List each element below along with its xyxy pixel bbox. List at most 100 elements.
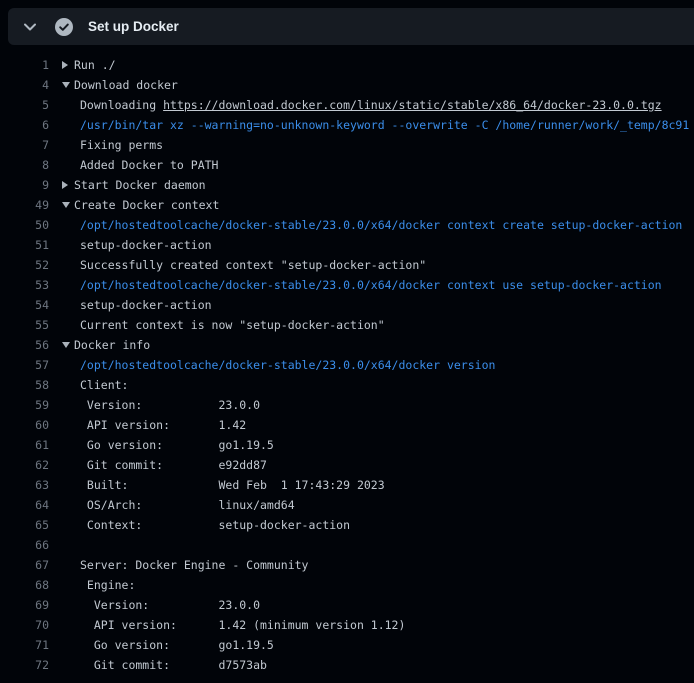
log-line[interactable]: 57/opt/hostedtoolcache/docker-stable/23.… [0,355,694,375]
log-text: Version: 23.0.0 [62,395,260,415]
group-collapse-icon[interactable] [62,82,74,88]
line-content: Start Docker daemon [49,175,694,195]
log-link[interactable]: https://download.docker.com/linux/static… [163,95,662,115]
log-text: OS/Arch: linux/amd64 [62,495,295,515]
log-text: Go version: go1.19.5 [62,635,274,655]
step-title: Set up Docker [88,19,179,34]
log-text: Successfully created context "setup-dock… [62,255,426,275]
log-line[interactable]: 51 setup-docker-action [0,235,694,255]
log-group-header[interactable]: 4Download docker [0,75,694,95]
line-number[interactable]: 61 [0,435,49,455]
log-line[interactable]: 72 Git commit: d7573ab [0,655,694,675]
line-content: Client: [49,375,694,395]
log-line[interactable]: 50/opt/hostedtoolcache/docker-stable/23.… [0,215,694,235]
log-line[interactable]: 54 setup-docker-action [0,295,694,315]
log-line[interactable]: 7Fixing perms [0,135,694,155]
log-text: Downloading [62,95,163,115]
log-line[interactable]: 5 Downloading https://download.docker.com… [0,95,694,115]
group-expand-icon[interactable] [62,61,74,69]
line-number[interactable]: 69 [0,595,49,615]
log-line[interactable]: 69 Version: 23.0.0 [0,595,694,615]
log-group-header[interactable]: 9Start Docker daemon [0,175,694,195]
log-group-header[interactable]: 49 Create Docker context [0,195,694,215]
log-view: 1 Run ./4Download docker5 Downloading http… [0,45,694,675]
group-collapse-icon[interactable] [62,342,74,348]
line-number[interactable]: 9 [0,175,49,195]
line-number[interactable]: 55 [0,315,49,335]
log-line[interactable]: 63 Built: Wed Feb 1 17:43:29 2023 [0,475,694,495]
line-content: Go version: go1.19.5 [49,435,694,455]
line-number[interactable]: 50 [0,215,49,235]
line-number[interactable]: 67 [0,555,49,575]
line-number[interactable]: 6 [0,115,49,135]
log-text: setup-docker-action [62,295,212,315]
log-line[interactable]: 71 Go version: go1.19.5 [0,635,694,655]
log-line[interactable]: 8 Added Docker to PATH [0,155,694,175]
log-line[interactable]: 60 API version: 1.42 [0,415,694,435]
line-number[interactable]: 66 [0,535,49,555]
group-collapse-icon[interactable] [62,202,74,208]
line-number[interactable]: 1 [0,55,49,75]
chevron-down-icon[interactable] [24,23,36,31]
line-number[interactable]: 71 [0,635,49,655]
log-line[interactable]: 68 Engine: [0,575,694,595]
log-line[interactable]: 58Client: [0,375,694,395]
line-number[interactable]: 53 [0,275,49,295]
log-line[interactable]: 62 Git commit: e92dd87 [0,455,694,475]
line-number[interactable]: 54 [0,295,49,315]
log-line[interactable]: 65 Context: setup-docker-action [0,515,694,535]
line-number[interactable]: 8 [0,155,49,175]
line-content: Fixing perms [49,135,694,155]
group-expand-icon[interactable] [62,181,74,189]
line-number[interactable]: 51 [0,235,49,255]
log-text: Built: Wed Feb 1 17:43:29 2023 [62,475,385,495]
line-content: Current context is now "setup-docker-act… [49,315,694,335]
line-number[interactable]: 65 [0,515,49,535]
line-content: /opt/hostedtoolcache/docker-stable/23.0.… [49,275,694,295]
line-number[interactable]: 58 [0,375,49,395]
line-content: /usr/bin/tar xz --warning=no-unknown-key… [49,115,694,135]
log-line[interactable]: 53/opt/hostedtoolcache/docker-stable/23.… [0,275,694,295]
log-line[interactable]: 52 Successfully created context "setup-do… [0,255,694,275]
line-number[interactable]: 56 [0,335,49,355]
line-number[interactable]: 4 [0,75,49,95]
line-number[interactable]: 63 [0,475,49,495]
log-line[interactable]: 61 Go version: go1.19.5 [0,435,694,455]
line-content: API version: 1.42 (minimum version 1.12) [49,615,694,635]
step-header[interactable]: Set up Docker [8,8,694,45]
log-line[interactable]: 70 API version: 1.42 (minimum version 1.… [0,615,694,635]
line-number[interactable]: 68 [0,575,49,595]
command-text: /opt/hostedtoolcache/docker-stable/23.0.… [62,355,495,375]
line-content: /opt/hostedtoolcache/docker-stable/23.0.… [49,355,694,375]
log-line[interactable]: 59 Version: 23.0.0 [0,395,694,415]
log-line[interactable]: 67Server: Docker Engine - Community [0,555,694,575]
log-line[interactable]: 6/usr/bin/tar xz --warning=no-unknown-ke… [0,115,694,135]
line-number[interactable]: 64 [0,495,49,515]
log-group-header[interactable]: 1 Run ./ [0,55,694,75]
log-text: Context: setup-docker-action [62,515,350,535]
group-title: Run ./ [74,55,116,75]
log-text: setup-docker-action [62,235,212,255]
log-text: Git commit: e92dd87 [62,455,267,475]
line-number[interactable]: 5 [0,95,49,115]
log-text: API version: 1.42 (minimum version 1.12) [62,615,405,635]
line-content: Server: Docker Engine - Community [49,555,694,575]
line-number[interactable]: 70 [0,615,49,635]
log-line[interactable]: 64 OS/Arch: linux/amd64 [0,495,694,515]
line-number[interactable]: 52 [0,255,49,275]
line-content: setup-docker-action [49,295,694,315]
group-title: Create Docker context [74,195,219,215]
line-number[interactable]: 62 [0,455,49,475]
line-number[interactable]: 7 [0,135,49,155]
log-line[interactable]: 55Current context is now "setup-docker-a… [0,315,694,335]
log-line[interactable]: 66 [0,535,694,555]
line-number[interactable]: 59 [0,395,49,415]
log-group-header[interactable]: 56Docker info [0,335,694,355]
line-number[interactable]: 72 [0,655,49,675]
line-number[interactable]: 57 [0,355,49,375]
log-text: Added Docker to PATH [62,155,218,175]
log-text: Git commit: d7573ab [62,655,267,675]
line-number[interactable]: 60 [0,415,49,435]
line-number[interactable]: 49 [0,195,49,215]
line-content: Git commit: e92dd87 [49,455,694,475]
